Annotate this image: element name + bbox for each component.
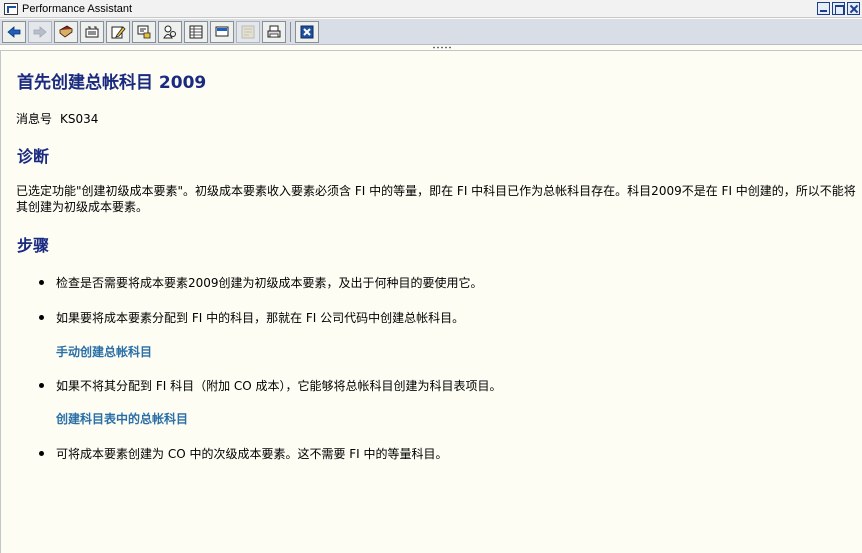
diagnosis-heading: 诊断 — [17, 147, 50, 166]
list-item: 可将成本要素创建为 CO 中的次级成本要素。这不需要 FI 中的等量科目。 — [39, 445, 448, 462]
table-button[interactable] — [184, 20, 208, 43]
create-chart-account-link[interactable]: 创建科目表中的总帐科目 — [56, 410, 188, 427]
document-pane: 首先创建总帐科目 2009 消息号 KS034 诊断 已选定功能"创建初级成本要素… — [0, 50, 862, 553]
print-button[interactable] — [262, 20, 286, 43]
minimize-button[interactable] — [817, 2, 830, 15]
edit-icon — [111, 25, 126, 38]
steps-heading: 步骤 — [17, 236, 50, 255]
tags-button[interactable] — [132, 20, 156, 43]
window-controls — [817, 2, 860, 15]
table-icon — [189, 25, 203, 38]
tags-icon — [137, 25, 151, 38]
edit-button[interactable] — [106, 20, 130, 43]
close-button[interactable] — [847, 2, 860, 15]
arrow-right-icon — [33, 25, 47, 38]
list-item-text: 如果要将成本要素分配到 FI 中的科目，那就在 FI 公司代码中创建总帐科目。 — [56, 311, 465, 325]
bullet-dot — [39, 383, 44, 388]
note-button[interactable] — [236, 20, 260, 43]
app-icon — [4, 2, 18, 15]
window-title: Performance Assistant — [22, 2, 133, 15]
splitter-grip[interactable] — [432, 46, 452, 49]
close-window-icon — [300, 25, 314, 38]
bullet-dot — [39, 280, 44, 285]
window-titlebar: Performance Assistant — [0, 0, 862, 18]
back-button[interactable] — [2, 20, 26, 43]
maximize-button[interactable] — [832, 2, 845, 15]
person-search-button[interactable] — [158, 20, 182, 43]
close-window-button[interactable] — [295, 20, 319, 43]
screen-button[interactable] — [210, 20, 234, 43]
forward-button[interactable] — [28, 20, 52, 43]
create-gl-account-link[interactable]: 手动创建总帐科目 — [56, 343, 152, 360]
message-number-label: 消息号 — [16, 112, 53, 126]
book-button[interactable] — [54, 20, 78, 43]
message-number: 消息号 KS034 — [16, 110, 106, 127]
book-icon — [59, 25, 73, 38]
note-disabled-icon — [241, 25, 255, 38]
bullet-dot — [39, 451, 44, 456]
technical-info-button[interactable] — [80, 20, 104, 43]
toolbar-separator — [290, 21, 291, 42]
list-item: 如果要将成本要素分配到 FI 中的科目，那就在 FI 公司代码中创建总帐科目。 — [39, 309, 464, 326]
person-search-icon — [163, 25, 176, 38]
list-item-text: 如果不将其分配到 FI 科目（附加 CO 成本），它能够将总帐科目创建为科目表项… — [56, 379, 502, 393]
technical-info-icon — [85, 26, 99, 37]
diagnosis-text: 已选定功能"创建初级成本要素"。初级成本要素收入要素必须含 FI 中的等量，即在… — [16, 184, 856, 214]
screen-icon — [215, 26, 229, 36]
message-number-value: KS034 — [60, 112, 99, 126]
list-item-text: 检查是否需要将成本要素2009创建为初级成本要素，及出于何种目的要使用它。 — [56, 276, 483, 290]
toolbar — [0, 19, 862, 45]
bullet-dot — [39, 315, 44, 320]
arrow-left-icon — [7, 25, 21, 38]
list-item-text: 可将成本要素创建为 CO 中的次级成本要素。这不需要 FI 中的等量科目。 — [56, 447, 448, 461]
list-item: 检查是否需要将成本要素2009创建为初级成本要素，及出于何种目的要使用它。 — [39, 274, 483, 291]
print-icon — [267, 25, 281, 37]
list-item: 如果不将其分配到 FI 科目（附加 CO 成本），它能够将总帐科目创建为科目表项… — [39, 377, 502, 394]
page-title: 首先创建总帐科目 2009 — [17, 73, 207, 93]
